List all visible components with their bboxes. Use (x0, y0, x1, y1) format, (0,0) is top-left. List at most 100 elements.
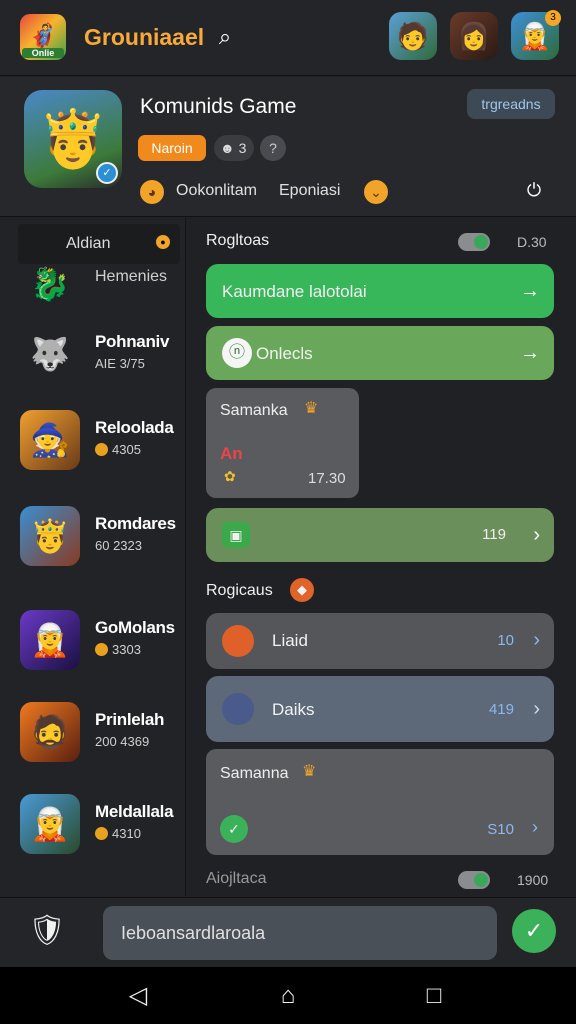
meta-right: Eponiasi (279, 182, 341, 199)
message-bubble[interactable]: Samanna ♛ ✓ S10 › (206, 749, 554, 855)
section-title: Aiojltaca (206, 870, 267, 887)
composer: 🛡 Ieboansardlaroala ✓ (0, 897, 576, 967)
sidebar-item[interactable]: 🧝 Meldallala 4310 (0, 784, 186, 862)
system-nav-bar: ◁ ⌂ □ (0, 967, 576, 1024)
chevron-right-icon: › (532, 817, 538, 837)
home-icon[interactable]: ⌂ (273, 981, 303, 1011)
notification-badge: 3 (545, 10, 561, 26)
sidebar-item-avatar: 🧙 (20, 410, 80, 470)
sidebar-item-avatar: 🐺 (30, 336, 70, 372)
sidebar: Aldian ● 🐉 Hemenies 🐺 Pohnaniv AIE 3/75 … (0, 218, 186, 896)
sidebar-item-name: Reloolada (95, 418, 174, 437)
community-avatar[interactable]: 🤴 ✓ (24, 90, 122, 188)
join-button[interactable]: Naroin (138, 135, 206, 161)
section-value: 1900 (517, 872, 549, 888)
list-item[interactable]: Daiks 419 › (206, 676, 554, 742)
logo-label: Onlie (22, 48, 64, 58)
sidebar-item[interactable]: 🐺 Pohnaniv AIE 3/75 (0, 314, 186, 392)
sidebar-item-score: 200 4369 (95, 734, 150, 749)
message-input[interactable]: Ieboansardlaroala (103, 906, 497, 960)
sidebar-item-score: 3303 (95, 642, 141, 657)
list-item-value: 119 (482, 526, 506, 543)
list-item[interactable]: Liaid 10 › (206, 613, 554, 669)
sidebar-item-avatar: 🧔 (20, 702, 80, 762)
toggle-switch[interactable] (458, 233, 490, 251)
user-avatar-icon (222, 693, 254, 725)
avatar[interactable]: 🧑 (389, 12, 437, 60)
sidebar-item-name: GoMolans (95, 618, 175, 637)
message-time: 17.30 (308, 470, 346, 487)
search-icon[interactable]: ⌕ (212, 24, 238, 50)
sidebar-item-score: AIE 3/75 (95, 356, 145, 371)
member-count: 3 (238, 140, 247, 156)
power-icon[interactable]: ⏻ (522, 178, 546, 202)
community-header: 🤴 ✓ Komunids Game trgreadns Naroin ☻ 3 ? … (0, 77, 576, 217)
chevron-right-icon: › (533, 524, 540, 546)
sidebar-item-avatar: 🐉 (30, 266, 70, 302)
sidebar-item-name: Romdares (95, 514, 176, 533)
list-item-label: Onlecls (256, 344, 313, 363)
sidebar-item-name: Meldallala (95, 802, 174, 821)
section-title: Rogicaus (206, 582, 273, 599)
top-bar: 🦸 Onlie Grouniaael ⌕ 🧑 👩 🧝 3 (0, 0, 576, 76)
sidebar-item-avatar: 🧝 (20, 610, 80, 670)
message-tag: An (220, 444, 243, 463)
avatar[interactable]: 🧝 3 (511, 10, 561, 60)
list-item-value: 419 (488, 701, 514, 718)
sidebar-item-name: Prinlelah (95, 710, 165, 729)
list-item-value: 10 (497, 632, 514, 649)
chevron-right-icon: › (533, 629, 540, 651)
sidebar-item[interactable]: 🧝 GoMolans 3303 (0, 600, 186, 678)
sidebar-item-label: Hemenies (95, 268, 168, 285)
crown-icon: ♛ (304, 400, 319, 417)
arrow-right-icon: → (520, 280, 540, 302)
list-item[interactable]: Kaumdane lalotolai → (206, 264, 554, 318)
list-item-label: Liaid (272, 631, 308, 650)
sidebar-item-score: 4310 (95, 826, 141, 841)
list-item[interactable]: ▣ 119 › (206, 508, 554, 562)
sidebar-item[interactable]: 🧔 Prinlelah 200 4369 (0, 692, 186, 770)
message-value: S10 (487, 821, 514, 838)
status-badge[interactable]: trgreadns (467, 89, 555, 119)
sidebar-item[interactable]: 🐉 Hemenies (0, 244, 186, 322)
verified-icon: ✓ (96, 162, 118, 184)
help-button[interactable]: ? (260, 135, 286, 161)
back-icon[interactable]: ◁ (123, 981, 153, 1011)
sidebar-item-avatar: 🤴 (20, 506, 80, 566)
shield-icon: ◆ (290, 578, 314, 602)
coin-icon (95, 443, 108, 456)
list-item[interactable]: ⓝ Onlecls → (206, 326, 554, 380)
page-title: Komunids Game (140, 95, 297, 118)
smile-icon: ◕ (140, 180, 164, 204)
shield-emblem-icon[interactable]: 🛡 (28, 910, 66, 952)
avatar[interactable]: 👩 (450, 12, 498, 60)
sidebar-item-name: Pohnaniv (95, 332, 170, 351)
send-button[interactable]: ✓ (512, 909, 556, 953)
leaf-icon: ⓝ (222, 338, 252, 368)
sidebar-item-avatar: 🧝 (20, 794, 80, 854)
message-author: Samanka (220, 402, 288, 419)
recents-icon[interactable]: □ (419, 981, 449, 1011)
user-avatar-icon (222, 625, 254, 657)
people-icon: ☻ (220, 140, 235, 156)
member-count-chip[interactable]: ☻ 3 (214, 135, 254, 161)
section-value: D.30 (517, 234, 547, 250)
sidebar-item-score: 4305 (95, 442, 141, 457)
sidebar-item[interactable]: 🤴 Romdares 60 2323 (0, 496, 186, 574)
toggle-switch[interactable] (458, 871, 490, 889)
list-item-label: Daiks (272, 700, 315, 719)
flower-icon: ✿ (224, 468, 236, 484)
coin-icon (95, 643, 108, 656)
sidebar-item[interactable]: 🧙 Reloolada 4305 (0, 400, 186, 478)
sidebar-item-score: 60 2323 (95, 538, 142, 553)
main-panel: Rogltoas D.30 Kaumdane lalotolai → ⓝ Onl… (187, 218, 576, 896)
app-logo[interactable]: 🦸 Onlie (20, 14, 66, 60)
meta-left: Ookonlitam (176, 182, 257, 199)
app-title: Grouniaael (84, 24, 205, 50)
chevron-down-icon[interactable]: ⌄ (364, 180, 388, 204)
crown-icon: ♛ (302, 763, 317, 780)
list-item-label: Kaumdane lalotolai (222, 282, 367, 301)
check-icon: ✓ (220, 815, 248, 843)
message-bubble[interactable]: Samanka ♛ An ✿ 17.30 (206, 388, 359, 498)
message-author: Samanna (220, 765, 289, 782)
